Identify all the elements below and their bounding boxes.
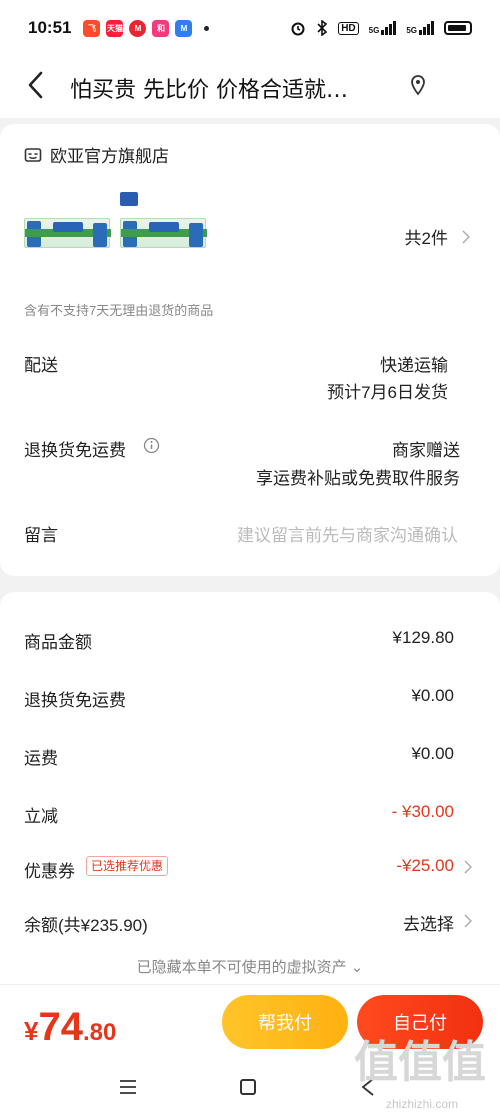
shipping-value: ¥0.00 — [411, 744, 454, 763]
return-free-label: 退换货免运费 — [24, 691, 126, 710]
hd-badge: HD — [338, 21, 359, 35]
signal-2-icon: 5G — [406, 21, 434, 35]
signal-2-label: 5G — [406, 26, 417, 35]
app-icon-2: 天猫 — [106, 19, 124, 37]
message-label: 留言 — [24, 526, 58, 545]
app-icon-1: 飞 — [83, 19, 101, 37]
return-shipping-label: 退换货免运费 — [24, 441, 126, 460]
self-pay-button[interactable]: 自己付 — [357, 995, 483, 1049]
discount-value: - ¥30.00 — [391, 802, 454, 821]
coupon-label: 优惠券 — [24, 862, 75, 881]
shipping-label: 运费 — [24, 749, 58, 768]
return-shipping-value: 商家赠送 — [392, 441, 460, 460]
app-icon-3: M — [129, 19, 147, 37]
item-count-row[interactable]: 共2件 — [405, 224, 470, 249]
notification-dot-icon — [204, 25, 210, 31]
return-shipping-detail: 享运费补贴或免费取件服务 — [256, 469, 460, 488]
nav-back-icon[interactable] — [360, 1077, 376, 1097]
back-arrow-icon[interactable] — [24, 70, 48, 100]
coupon-tag: 已选推荐优惠 — [86, 856, 169, 876]
total-currency: ¥ — [24, 1016, 39, 1046]
app-icon-5: M — [175, 19, 193, 37]
store-row[interactable]: 欧亚官方旗舰店 — [24, 142, 169, 167]
delivery-label: 配送 — [24, 356, 58, 375]
info-icon[interactable] — [143, 437, 160, 454]
signal-1-icon: 5G — [369, 21, 397, 35]
balance-label: 余额(共¥235.90) — [24, 916, 148, 935]
status-app-icons: 飞 天猫 M 和 M — [83, 19, 210, 37]
chevron-right-icon — [462, 230, 470, 243]
store-name: 欧亚官方旗舰店 — [50, 147, 169, 166]
order-info-card: 欧亚官方旗舰店 共2件 含有不支持7天无理由退货的商品 配送 快递运输 预计7月… — [0, 124, 500, 576]
item-count: 共2件 — [404, 229, 448, 248]
location-pin-icon[interactable] — [408, 74, 428, 98]
app-icon-4: 和 — [152, 19, 170, 37]
total-price: ¥74.80 — [24, 1005, 116, 1050]
signal-1-label: 5G — [368, 26, 380, 35]
help-pay-button[interactable]: 帮我付 — [222, 995, 348, 1049]
goods-amount-value: ¥129.80 — [392, 628, 454, 647]
chevron-right-icon[interactable] — [464, 914, 472, 928]
total-decimal: .80 — [82, 1019, 117, 1046]
menu-icon[interactable] — [119, 1079, 137, 1095]
discount-label: 立减 — [24, 807, 58, 826]
return-notice: 含有不支持7天无理由退货的商品 — [24, 303, 214, 318]
product-thumbnail[interactable] — [120, 192, 208, 252]
message-input[interactable]: 建议留言前先与商家沟通确认 — [237, 521, 458, 546]
system-nav-bar — [0, 1069, 500, 1109]
status-indicators: HD 5G 5G — [290, 0, 472, 56]
page-title: 怕买贵 先比价 价格合适就… — [70, 78, 348, 103]
store-icon — [24, 147, 42, 162]
alarm-icon — [291, 22, 305, 36]
amount-card: 商品金额 ¥129.80 退换货免运费 ¥0.00 运费 ¥0.00 立减 - … — [0, 592, 500, 992]
delivery-eta: 预计7月6日发货 — [327, 383, 448, 402]
page-header: 怕买贵 先比价 价格合适就… — [0, 56, 500, 118]
total-integer: 74 — [38, 1005, 83, 1049]
bluetooth-icon — [317, 20, 328, 36]
return-free-value: ¥0.00 — [411, 686, 454, 705]
hidden-assets-toggle[interactable]: 已隐藏本单不可使用的虚拟资产 ⌄ — [0, 956, 500, 977]
balance-select[interactable]: 去选择 — [403, 910, 454, 935]
chevron-right-icon[interactable] — [464, 860, 472, 874]
checkout-bar: ¥74.80 帮我付 自己付 — [0, 984, 500, 1117]
goods-amount-label: 商品金额 — [24, 633, 92, 652]
coupon-value[interactable]: -¥25.00 — [396, 856, 454, 876]
status-bar: 10:51 飞 天猫 M 和 M HD 5G 5G — [0, 0, 500, 56]
battery-icon — [444, 21, 472, 35]
product-thumbnail[interactable] — [24, 192, 112, 252]
home-square-icon[interactable] — [240, 1079, 256, 1095]
delivery-method: 快递运输 — [380, 356, 448, 375]
status-time: 10:51 — [28, 18, 72, 37]
